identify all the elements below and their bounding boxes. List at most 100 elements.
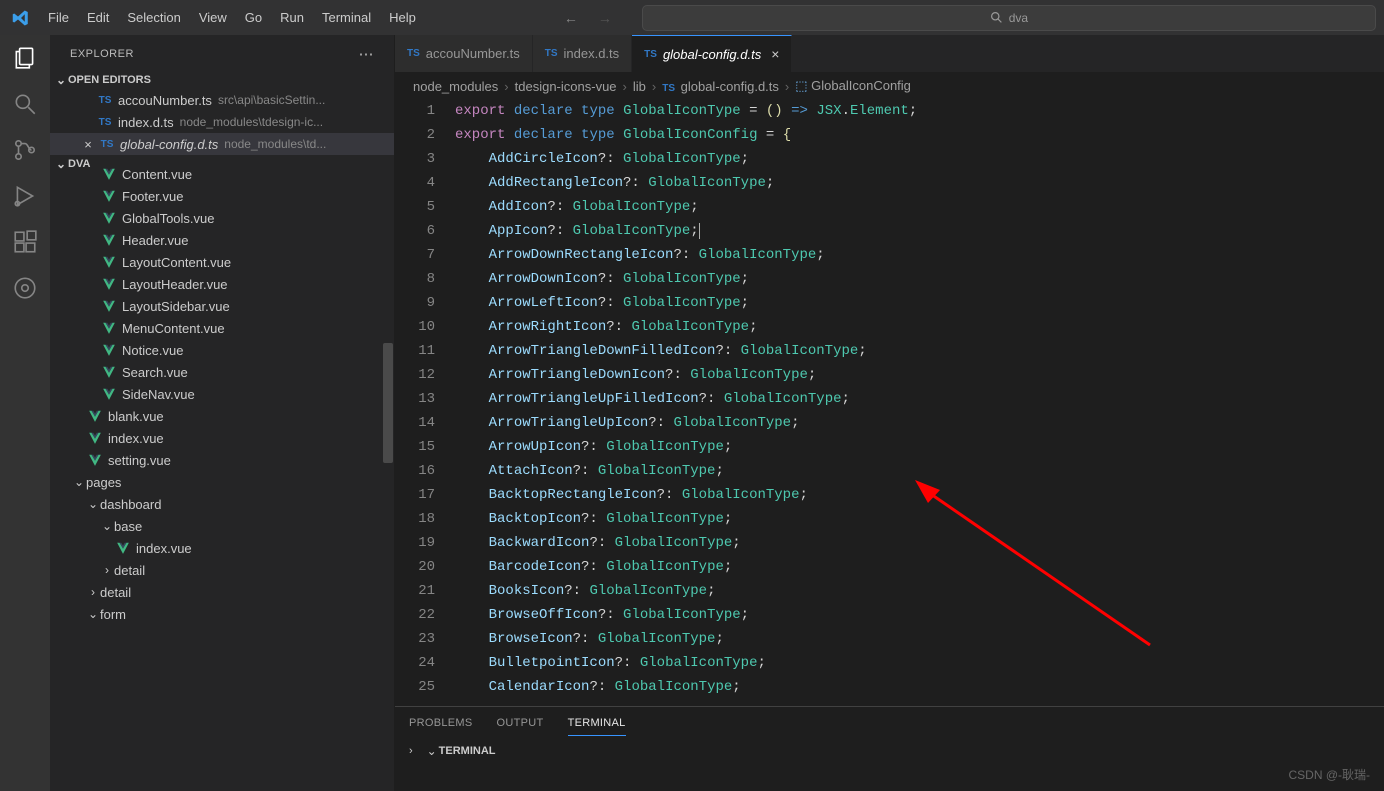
command-center-search[interactable]: dva [642,5,1376,31]
open-editor-item[interactable]: TSaccouNumber.tssrc\api\basicSettin... [50,89,394,111]
panel-tab-problems[interactable]: PROBLEMS [409,713,473,736]
source-control-activity-icon[interactable] [12,137,38,163]
tree-item-label: Search.vue [122,365,188,380]
tree-item-label: setting.vue [108,453,171,468]
tree-item-label: LayoutContent.vue [122,255,231,270]
bottom-panel: PROBLEMSOUTPUTTERMINAL › ⌄ TERMINAL [395,706,1384,791]
tree-item[interactable]: index.vue [50,537,394,559]
tree-item[interactable]: › detail [50,559,394,581]
close-icon[interactable]: × [771,46,779,62]
menu-item-selection[interactable]: Selection [119,6,188,29]
tree-item[interactable]: Notice.vue [50,339,394,361]
breadcrumb-item[interactable]: ⬚ GlobalIconConfig [795,78,911,94]
activity-bar [0,35,50,791]
remote-activity-icon[interactable] [12,275,38,301]
panel-tab-output[interactable]: OUTPUT [497,713,544,736]
tree-item-label: form [100,607,126,622]
menu-item-view[interactable]: View [191,6,235,29]
open-editor-item[interactable]: ×TSglobal-config.d.tsnode_modules\td... [50,133,394,155]
chevron-down-icon: ⌄ [100,519,114,533]
file-name: index.d.ts [118,115,174,130]
vue-icon [100,299,118,313]
tree-item-label: Header.vue [122,233,189,248]
tree-item[interactable]: setting.vue [50,449,394,471]
open-editors-header[interactable]: ⌄ OPEN EDITORS [50,71,394,89]
tab-label: accouNumber.ts [426,46,520,61]
tree-item[interactable]: › detail [50,581,394,603]
tree-item-label: dashboard [100,497,161,512]
tree-item[interactable]: LayoutSidebar.vue [50,295,394,317]
typescript-icon: TS [545,48,558,59]
title-bar: FileEditSelectionViewGoRunTerminalHelp ←… [0,0,1384,35]
tree-item-label: base [114,519,142,534]
explorer-sidebar: EXPLORER ⋯ ⌄ OPEN EDITORS TSaccouNumber.… [50,35,395,791]
terminal-header[interactable]: › ⌄ TERMINAL [395,736,1384,766]
extensions-activity-icon[interactable] [12,229,38,255]
tree-item[interactable]: Footer.vue [50,185,394,207]
chevron-down-icon: ⌄ [86,497,100,511]
menu-item-run[interactable]: Run [272,6,312,29]
tree-item[interactable]: Content.vue [50,163,394,185]
tree-item-label: GlobalTools.vue [122,211,215,226]
open-editor-item[interactable]: TSindex.d.tsnode_modules\tdesign-ic... [50,111,394,133]
close-icon[interactable]: × [80,137,96,152]
editor-tab[interactable]: TSindex.d.ts [533,35,632,72]
menu-item-file[interactable]: File [40,6,77,29]
tree-item-label: detail [114,563,145,578]
vue-icon [100,233,118,247]
tree-item[interactable]: ⌄ form [50,603,394,625]
breadcrumb-item[interactable]: node_modules [413,79,498,94]
breadcrumb-item[interactable]: lib [633,79,646,94]
tree-item-label: MenuContent.vue [122,321,225,336]
tree-item[interactable]: index.vue [50,427,394,449]
code-content[interactable]: export declare type GlobalIconType = () … [455,99,1384,706]
editor-tab[interactable]: TSaccouNumber.ts [395,35,533,72]
nav-forward-icon[interactable]: → [598,10,612,26]
menu-item-edit[interactable]: Edit [79,6,117,29]
breadcrumb-item[interactable]: tdesign-icons-vue [515,79,617,94]
tree-item-label: Content.vue [122,167,192,182]
tab-label: global-config.d.ts [663,47,761,62]
menu-item-terminal[interactable]: Terminal [314,6,379,29]
tree-item-label: pages [86,475,121,490]
run-debug-activity-icon[interactable] [12,183,38,209]
tree-item-label: SideNav.vue [122,387,195,402]
vue-icon [100,255,118,269]
vue-icon [100,365,118,379]
search-activity-icon[interactable] [12,91,38,117]
tree-item[interactable]: Header.vue [50,229,394,251]
chevron-down-icon: ⌄ [425,744,439,758]
tree-item[interactable]: LayoutHeader.vue [50,273,394,295]
tree-item[interactable]: blank.vue [50,405,394,427]
explorer-activity-icon[interactable] [12,45,38,71]
tree-item-label: index.vue [108,431,164,446]
explorer-more-icon[interactable]: ⋯ [359,45,375,63]
terminal-label: TERMINAL [439,745,496,757]
breadcrumb[interactable]: node_modules›tdesign-icons-vue›lib›TS gl… [395,73,1384,99]
typescript-icon: TS [644,49,657,60]
tree-item[interactable]: SideNav.vue [50,383,394,405]
tree-item[interactable]: ⌄ pages [50,471,394,493]
tree-item-label: detail [100,585,131,600]
code-editor[interactable]: 1234567891011121314151617181920212223242… [395,99,1384,706]
editor-tabs: TSaccouNumber.tsTSindex.d.tsTSglobal-con… [395,35,1384,73]
scrollbar-thumb[interactable] [383,343,393,463]
explorer-header: EXPLORER ⋯ [50,35,394,71]
file-path: node_modules\td... [224,137,326,151]
menu-item-go[interactable]: Go [237,6,270,29]
tree-item[interactable]: MenuContent.vue [50,317,394,339]
tree-item[interactable]: LayoutContent.vue [50,251,394,273]
editor-tab[interactable]: TS global-config.d.ts × [632,35,792,72]
menu-item-help[interactable]: Help [381,6,424,29]
tree-item[interactable]: GlobalTools.vue [50,207,394,229]
tree-item[interactable]: Search.vue [50,361,394,383]
tree-item[interactable]: ⌄ dashboard [50,493,394,515]
nav-back-icon[interactable]: ← [564,10,578,26]
file-name: accouNumber.ts [118,93,212,108]
panel-tab-terminal[interactable]: TERMINAL [568,713,626,736]
typescript-icon: TS [98,139,116,150]
breadcrumb-item[interactable]: TS global-config.d.ts [662,79,779,94]
vue-icon [100,343,118,357]
tree-item-label: Footer.vue [122,189,183,204]
tree-item[interactable]: ⌄ base [50,515,394,537]
